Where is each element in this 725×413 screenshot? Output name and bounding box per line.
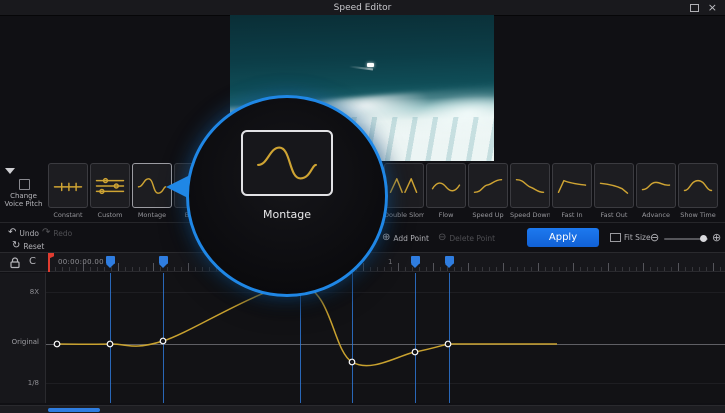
preset-thumbnail [90,163,130,208]
zoom-in-icon[interactable]: ⊕ [712,232,721,243]
preset-thumbnail [678,163,718,208]
delete-point-label: Delete Point [449,234,495,243]
reset-icon: ↻ [12,241,20,251]
preset-speed-down[interactable]: Speed Down [510,163,550,219]
zoom-slider-knob[interactable] [700,235,707,242]
preset-custom[interactable]: Custom [90,163,130,219]
axis-label-8x: 8X [30,288,39,296]
preset-label: Advance [636,211,676,219]
preset-fast-out[interactable]: Fast Out [594,163,634,219]
preset-advance[interactable]: Advance [636,163,676,219]
preset-speed-up[interactable]: Speed Up [468,163,508,219]
preset-fast-in[interactable]: Fast In [552,163,592,219]
preset-label: Flow [426,211,466,219]
preset-label: Custom [90,211,130,219]
axis-label-original: Original [12,338,39,346]
ruler-number: 1 [388,258,392,266]
redo-icon: ↷ [42,228,50,238]
speed-graph[interactable]: 8X Original 1/8 [0,273,725,403]
horizontal-scrollbar[interactable] [0,405,725,413]
zoom-out-icon[interactable]: ⊖ [650,232,659,243]
preset-label: Constant [48,211,88,219]
preset-constant[interactable]: Constant [48,163,88,219]
add-point-label: Add Point [393,234,429,243]
reset-button[interactable]: ↻ Reset [12,241,44,251]
voice-pitch-checkbox[interactable] [19,179,30,190]
redo-button[interactable]: ↷ Redo [42,228,72,238]
preset-thumbnail [384,163,424,208]
preset-thumbnail [48,163,88,208]
magnified-preset-montage[interactable] [241,130,333,196]
preset-label: Speed Down [510,211,550,219]
scrollbar-thumb[interactable] [48,408,100,412]
magnifier-pointer-icon [166,176,188,198]
add-point-button[interactable]: ⊕ Add Point [382,233,429,243]
curve-mode-icon[interactable]: C [29,256,36,267]
fit-size-icon [610,233,621,242]
playhead[interactable] [48,253,50,272]
undo-label: Undo [19,229,39,238]
apply-label: Apply [549,232,577,243]
keyframe-pin[interactable] [159,256,168,264]
speed-axis: 8X Original 1/8 [0,273,46,403]
window-title: Speed Editor [334,3,392,13]
curve-keyframe-dot[interactable] [349,359,355,365]
speed-editor-window: Speed Editor × Change Voice Pitch Consta… [0,0,725,413]
keyframe-pin[interactable] [445,256,454,264]
keyframe-pin[interactable] [106,256,115,264]
lock-icon[interactable] [9,256,21,269]
keyframe-pin[interactable] [411,256,420,264]
curve-keyframe-dot[interactable] [160,338,166,344]
montage-curve-icon [247,136,327,190]
collapse-panel-icon[interactable] [5,168,15,174]
preset-thumbnail [468,163,508,208]
preset-show-time[interactable]: Show Time [678,163,718,219]
preset-label: Fast In [552,211,592,219]
curve-keyframe-dot[interactable] [412,349,418,355]
apply-button[interactable]: Apply [527,228,599,247]
curve-keyframe-dot[interactable] [107,341,113,347]
curve-keyframe-dot[interactable] [54,341,60,347]
preset-label: Montage [132,211,172,219]
axis-label-eighth: 1/8 [28,379,39,387]
preset-label: Fast Out [594,211,634,219]
preset-thumbnail [636,163,676,208]
curve-keyframe-dot[interactable] [445,341,451,347]
preset-label: Speed Up [468,211,508,219]
fit-size-label: Fit Size [624,233,651,242]
undo-button[interactable]: ↶ Undo [8,228,39,238]
preset-thumbnail [426,163,466,208]
preset-thumbnail [510,163,550,208]
voice-pitch-label-line2: Voice Pitch [0,200,47,208]
close-icon[interactable]: × [708,2,717,13]
reset-label: Reset [23,242,44,251]
boat [367,63,374,67]
timecode: 00:00:00.00 [58,258,104,266]
preset-thumbnail [552,163,592,208]
delete-point-button[interactable]: ⊖ Delete Point [438,233,495,243]
preset-thumbnail [594,163,634,208]
redo-label: Redo [53,229,72,238]
magnifier-label: Montage [189,208,385,221]
preset-label: Show Time [678,211,718,219]
maximize-icon[interactable] [690,4,699,12]
title-bar: Speed Editor × [0,0,725,16]
preset-label: Double Slomo [384,211,424,219]
speed-curve[interactable] [0,273,725,403]
add-point-icon: ⊕ [382,233,390,243]
preset-double-slomo[interactable]: Double Slomo [384,163,424,219]
delete-point-icon: ⊖ [438,233,446,243]
fit-size-button[interactable]: Fit Size [610,233,651,242]
voice-pitch-label: Change Voice Pitch [0,192,47,208]
preset-flow[interactable]: Flow [426,163,466,219]
undo-icon: ↶ [8,228,16,238]
magnifier-overlay: Montage [186,95,388,297]
voice-pitch-label-line1: Change [0,192,47,200]
